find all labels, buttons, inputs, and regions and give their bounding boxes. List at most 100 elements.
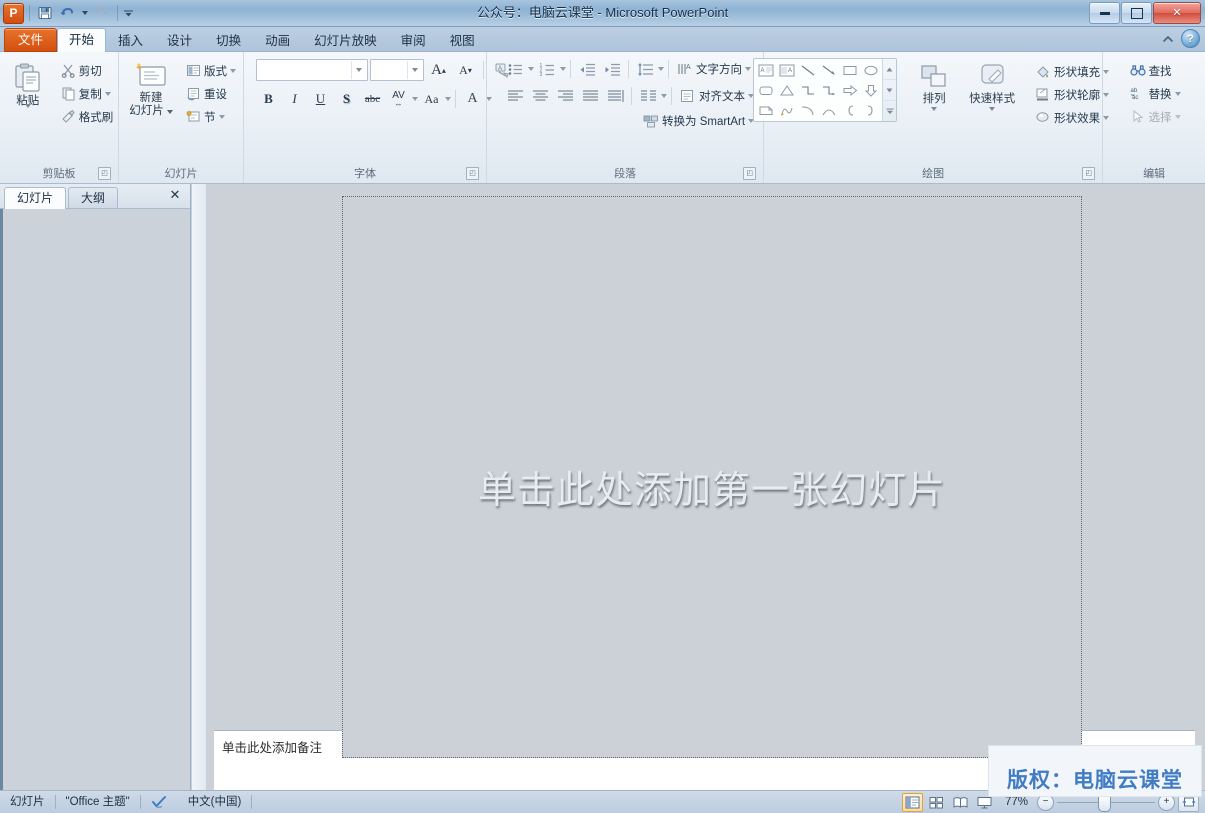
change-case-button[interactable]: Aa	[419, 87, 444, 111]
save-icon[interactable]	[35, 3, 55, 23]
shape-right-arrow[interactable]	[839, 80, 860, 100]
slide-placeholder-frame[interactable]: 单击此处添加第一张幻灯片	[342, 196, 1082, 758]
strikethrough-button[interactable]: abc	[360, 87, 385, 111]
font-name-dropdown-icon[interactable]	[351, 61, 365, 79]
panel-tab-outline[interactable]: 大纲	[68, 187, 119, 208]
powerpoint-logo-icon[interactable]: P	[3, 2, 24, 24]
close-button[interactable]: ✕	[1153, 2, 1201, 24]
text-shadow-button[interactable]: S	[334, 87, 359, 111]
shape-left-brace[interactable]	[839, 100, 860, 120]
align-right-button[interactable]	[553, 84, 577, 108]
increase-indent-button[interactable]	[600, 57, 624, 81]
shape-textbox[interactable]: A	[755, 60, 776, 80]
shape-curve[interactable]	[797, 100, 818, 120]
status-spellcheck[interactable]	[141, 794, 178, 810]
gallery-scroll-down-icon[interactable]	[883, 80, 897, 101]
find-button[interactable]: 查找	[1126, 59, 1185, 82]
shape-arrow[interactable]	[818, 60, 839, 80]
distributed-button[interactable]	[603, 84, 627, 108]
grow-font-button[interactable]: A ▴	[426, 58, 451, 82]
tab-review[interactable]: 审阅	[389, 29, 438, 52]
help-button[interactable]: ?	[1181, 29, 1200, 48]
paste-dropdown-icon[interactable]	[24, 104, 31, 122]
select-button[interactable]: 选择	[1126, 105, 1185, 128]
tab-transitions[interactable]: 切换	[204, 29, 253, 52]
cut-button[interactable]: 剪切	[57, 59, 118, 82]
zoom-slider-thumb[interactable]	[1098, 795, 1111, 812]
shrink-font-button[interactable]: A ▾	[453, 58, 478, 82]
tab-insert[interactable]: 插入	[106, 29, 155, 52]
view-reading-button[interactable]	[950, 793, 971, 812]
replace-button[interactable]: ab ac 替换	[1126, 82, 1185, 105]
convert-smartart-button[interactable]: 转换为 SmartArt	[639, 109, 758, 132]
underline-button[interactable]: U	[308, 87, 333, 111]
customize-qat-dropdown-icon[interactable]	[123, 3, 134, 23]
shape-rectangle[interactable]	[839, 60, 860, 80]
view-slide-sorter-button[interactable]	[926, 793, 947, 812]
gallery-more-icon[interactable]	[883, 101, 896, 121]
font-dialog-launcher[interactable]: ◰	[466, 167, 479, 180]
paste-button[interactable]: 粘贴	[1, 57, 55, 123]
shape-down-arrow[interactable]	[860, 80, 881, 100]
tab-view[interactable]: 视图	[438, 29, 487, 52]
drawing-dialog-launcher[interactable]: ◰	[1082, 167, 1096, 180]
collapse-ribbon-icon[interactable]	[1160, 31, 1176, 47]
bullets-button[interactable]	[503, 57, 527, 81]
copy-button[interactable]: 复制	[57, 82, 118, 105]
shape-elbow-arrow-connector[interactable]	[818, 80, 839, 100]
text-direction-button[interactable]: A 文字方向	[673, 58, 755, 81]
shape-effects-button[interactable]: 形状效果	[1031, 106, 1113, 129]
align-text-button[interactable]: 对齐文本	[676, 85, 758, 108]
justify-button[interactable]	[578, 84, 602, 108]
tab-file[interactable]: 文件	[4, 28, 58, 52]
tab-home[interactable]: 开始	[57, 28, 107, 52]
align-left-button[interactable]	[503, 84, 527, 108]
shape-fill-button[interactable]: 形状填充	[1031, 60, 1113, 83]
shape-right-brace[interactable]	[860, 100, 881, 120]
shape-scribble[interactable]	[776, 100, 797, 120]
status-language[interactable]: 中文(中国)	[178, 794, 252, 810]
minimize-button[interactable]	[1089, 2, 1120, 24]
arrange-button[interactable]: 排列	[907, 58, 961, 112]
shape-ellipse[interactable]	[860, 60, 881, 80]
slides-thumbnail-list[interactable]	[0, 209, 190, 794]
italic-button[interactable]: I	[282, 87, 307, 111]
shape-outline-button[interactable]: 形状轮廓	[1031, 83, 1113, 106]
tab-design[interactable]: 设计	[155, 29, 204, 52]
numbering-button[interactable]: 123	[535, 57, 559, 81]
slides-panel-scrollbar[interactable]	[191, 184, 206, 794]
character-spacing-button[interactable]: AV ↔	[386, 87, 411, 111]
reset-button[interactable]: 重设	[182, 82, 240, 105]
restore-button[interactable]	[1121, 2, 1152, 24]
clipboard-dialog-launcher[interactable]: ◰	[98, 167, 111, 180]
line-spacing-button[interactable]	[633, 57, 657, 81]
shape-folded-corner[interactable]	[755, 100, 776, 120]
close-panel-icon[interactable]: ✕	[167, 187, 183, 203]
panel-tab-slides[interactable]: 幻灯片	[4, 187, 67, 209]
font-size-dropdown-icon[interactable]	[407, 61, 421, 79]
columns-button[interactable]	[636, 84, 660, 108]
decrease-indent-button[interactable]	[575, 57, 599, 81]
paragraph-dialog-launcher[interactable]: ◰	[743, 167, 757, 180]
undo-icon[interactable]	[57, 3, 77, 23]
layout-button[interactable]: 版式	[182, 59, 240, 82]
redo-icon[interactable]	[92, 3, 112, 23]
section-button[interactable]: 节	[182, 105, 240, 128]
undo-dropdown-icon[interactable]	[79, 3, 90, 23]
font-name-combo[interactable]	[256, 59, 368, 81]
bold-button[interactable]: B	[256, 87, 281, 111]
shape-rounded-rectangle[interactable]	[755, 80, 776, 100]
shape-triangle[interactable]	[776, 80, 797, 100]
gallery-scroll-up-icon[interactable]	[883, 59, 897, 80]
slide-stage[interactable]: 单击此处添加第一张幻灯片	[206, 184, 1205, 758]
shape-arc[interactable]	[818, 100, 839, 120]
status-theme[interactable]: "Office 主题"	[56, 794, 140, 810]
shape-vertical-textbox[interactable]: A	[776, 60, 797, 80]
tab-animations[interactable]: 动画	[253, 29, 302, 52]
quick-styles-button[interactable]: 快速样式	[961, 58, 1023, 112]
tab-slideshow[interactable]: 幻灯片放映	[302, 29, 389, 52]
align-center-button[interactable]	[528, 84, 552, 108]
format-painter-button[interactable]: 格式刷	[57, 105, 118, 128]
shape-elbow-connector[interactable]	[797, 80, 818, 100]
view-normal-button[interactable]	[902, 792, 923, 812]
